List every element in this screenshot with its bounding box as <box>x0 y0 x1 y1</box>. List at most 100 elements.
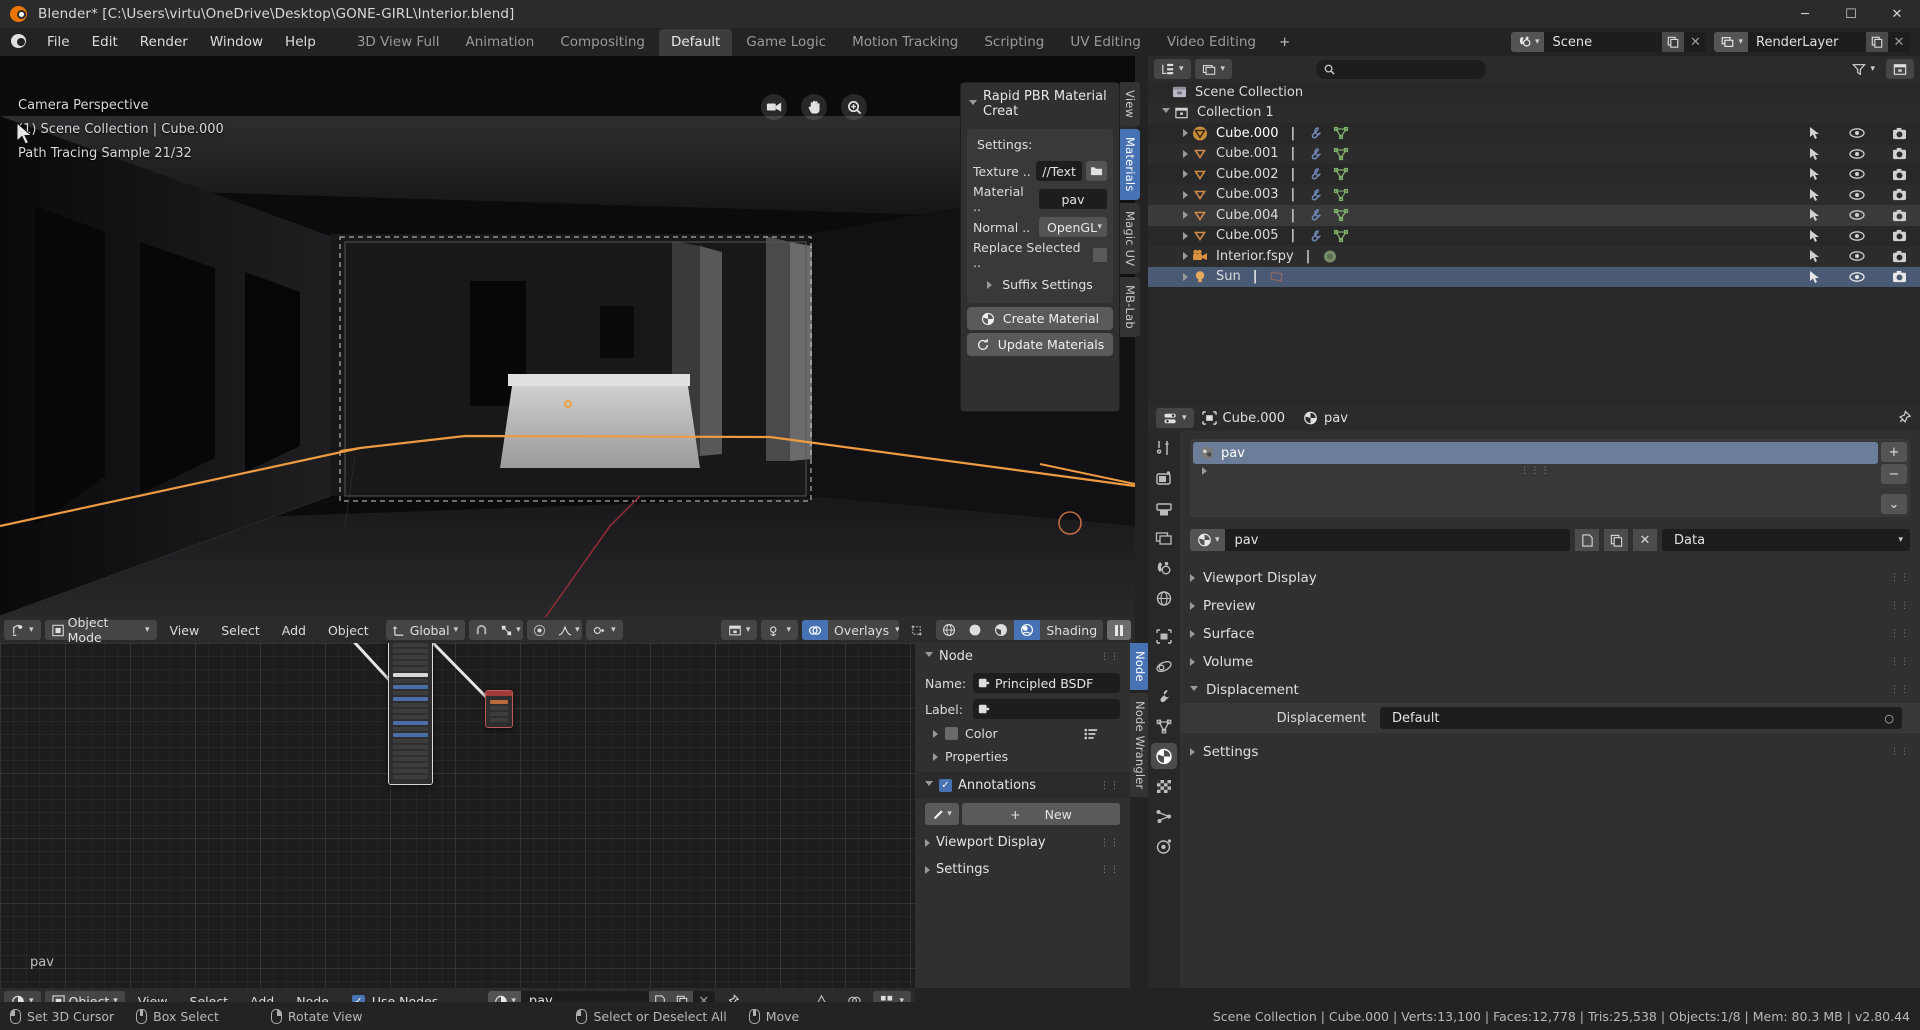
chevron-right-icon[interactable] <box>1183 252 1188 261</box>
properties-tab-modifiers[interactable] <box>1151 683 1177 709</box>
workspace-tab-motion-tracking[interactable]: Motion Tracking <box>840 29 970 56</box>
editor-type-selector-outliner[interactable]: ▾ <box>1154 59 1191 79</box>
pivot-point-selector[interactable]: ▾ <box>586 620 623 640</box>
row-render-icon[interactable] <box>1878 250 1920 263</box>
add-workspace-button[interactable]: + <box>1270 30 1299 54</box>
blender-logo-icon[interactable] <box>6 30 32 54</box>
annotation-new-button[interactable]: + New <box>962 803 1120 825</box>
viewport-menu-object[interactable]: Object <box>319 623 378 638</box>
normal-map-dropdown[interactable]: OpenGL ▾ <box>1039 217 1107 237</box>
node-settings-section[interactable]: Settings ⋮⋮ <box>915 856 1130 883</box>
row-select-icon[interactable] <box>1794 147 1836 161</box>
outliner-editor[interactable]: ▾ ▾ ▾ Scene Collection Collection 1 Cube… <box>1148 56 1920 405</box>
chevron-right-icon[interactable] <box>1183 149 1188 158</box>
row-select-icon[interactable] <box>1794 126 1836 140</box>
viewlayer-unlink-button[interactable]: ✕ <box>1888 32 1910 52</box>
material-name-input[interactable]: pav <box>1039 189 1107 209</box>
workspace-tab-animation[interactable]: Animation <box>454 29 547 56</box>
principled-bsdf-node[interactable] <box>388 643 433 785</box>
viewport-menu-select[interactable]: Select <box>212 623 269 638</box>
viewlayer-name-field[interactable]: RenderLayer <box>1748 35 1866 50</box>
scene-unlink-button[interactable]: ✕ <box>1684 32 1706 52</box>
editor-type-selector-3dview[interactable]: ▾ <box>4 620 41 640</box>
outliner-row-collection-1[interactable]: Collection 1 <box>1148 102 1920 123</box>
shading-material-preview-button[interactable] <box>988 620 1014 640</box>
section-settings[interactable]: Settings ⋮⋮ <box>1190 739 1910 765</box>
properties-tab-physics2[interactable] <box>1151 833 1177 859</box>
modifier-icon[interactable] <box>1307 229 1323 243</box>
sidebar-tab-magic-uv[interactable]: Magic UV <box>1120 202 1140 274</box>
suffix-settings-row[interactable]: Suffix Settings <box>973 277 1107 292</box>
viewport-menu-view[interactable]: View <box>161 623 209 638</box>
material-output-node[interactable] <box>485 690 513 728</box>
shading-popover[interactable]: Shading ▾ <box>1040 620 1103 640</box>
viewlayer-new-button[interactable] <box>1866 32 1888 52</box>
sidebar-tab-materials[interactable]: Materials <box>1120 129 1140 200</box>
node-label-input[interactable] <box>973 699 1120 719</box>
material-slot-list-resize[interactable]: ⋮⋮⋮ <box>1193 464 1878 478</box>
shading-rendered-button[interactable] <box>1014 620 1041 640</box>
node-section-header[interactable]: Node ⋮⋮ <box>915 643 1130 670</box>
row-select-icon[interactable] <box>1794 249 1836 263</box>
create-material-button[interactable]: Create Material <box>967 307 1113 330</box>
breadcrumb-object-label[interactable]: Cube.000 <box>1223 411 1286 426</box>
camera-data-icon[interactable] <box>1322 249 1338 264</box>
decorator-icon[interactable]: ○ <box>1884 712 1894 725</box>
modifier-icon[interactable] <box>1307 188 1323 202</box>
close-button[interactable]: ✕ <box>1874 0 1920 28</box>
overlays-toggle[interactable] <box>801 620 828 640</box>
material-slot-pav[interactable]: pav <box>1193 442 1878 464</box>
row-hide-icon[interactable] <box>1836 148 1878 160</box>
object-visibility-selector[interactable]: ▾ <box>720 620 758 640</box>
menu-help[interactable]: Help <box>274 30 327 54</box>
modifier-icon[interactable] <box>1307 126 1323 140</box>
row-hide-icon[interactable] <box>1836 168 1878 180</box>
mesh-data-icon[interactable] <box>1333 147 1349 161</box>
workspace-tab-3d-view-full[interactable]: 3D View Full <box>345 29 452 56</box>
viewport-menu-add[interactable]: Add <box>273 623 315 638</box>
mesh-data-icon[interactable] <box>1333 126 1349 140</box>
workspace-tab-scripting[interactable]: Scripting <box>972 29 1056 56</box>
node-color-swatch[interactable] <box>945 727 958 740</box>
outliner-filter-button[interactable]: ▾ <box>1845 59 1882 79</box>
gizmo-toggle[interactable]: ▾ <box>761 620 798 640</box>
row-render-icon[interactable] <box>1878 127 1920 140</box>
row-hide-icon[interactable] <box>1836 209 1878 221</box>
properties-tab-tool[interactable] <box>1151 435 1177 461</box>
material-browse-button[interactable]: ▾ <box>1190 529 1225 551</box>
workspace-tab-default[interactable]: Default <box>658 28 733 56</box>
mesh-data-icon[interactable] <box>1333 208 1349 222</box>
outliner-row-cube-003[interactable]: Cube.003 | <box>1148 184 1920 205</box>
mesh-data-icon[interactable] <box>1333 229 1349 243</box>
active-tool-cursor-icon[interactable] <box>14 122 38 146</box>
mesh-data-icon[interactable] <box>1333 167 1349 181</box>
light-data-icon[interactable] <box>1269 270 1285 284</box>
row-render-icon[interactable] <box>1878 188 1920 201</box>
add-material-slot-button[interactable]: + <box>1881 442 1907 462</box>
sidebar-tab-mb-lab[interactable]: MB-Lab <box>1120 276 1140 337</box>
properties-tab-world[interactable] <box>1151 585 1177 611</box>
section-volume[interactable]: Volume ⋮⋮ <box>1190 649 1910 675</box>
outliner-row-interior-fspy[interactable]: Interior.fspy | <box>1148 246 1920 267</box>
camera-view-icon[interactable] <box>761 94 787 120</box>
zoom-icon[interactable] <box>841 94 867 120</box>
chevron-right-icon[interactable] <box>1183 211 1188 220</box>
properties-tab-material[interactable] <box>1151 743 1177 769</box>
row-hide-icon[interactable] <box>1836 230 1878 242</box>
breadcrumb-material-label[interactable]: pav <box>1324 411 1348 426</box>
chevron-right-icon[interactable] <box>1183 272 1188 281</box>
node-properties-row[interactable]: Properties <box>915 745 1130 768</box>
properties-tab-texture[interactable] <box>1151 773 1177 799</box>
shader-node-editor[interactable]: pav <box>0 643 915 988</box>
outliner-display-mode-selector[interactable]: ▾ <box>1194 59 1233 79</box>
material-new-button[interactable] <box>1575 529 1599 551</box>
snap-magnet-toggle[interactable] <box>469 620 494 640</box>
row-select-icon[interactable] <box>1794 270 1836 284</box>
section-surface[interactable]: Surface ⋮⋮ <box>1190 621 1910 647</box>
properties-tab-view-layer[interactable] <box>1151 525 1177 551</box>
row-render-icon[interactable] <box>1878 168 1920 181</box>
chevron-right-icon[interactable] <box>1183 190 1188 199</box>
properties-tab-object[interactable] <box>1151 623 1177 649</box>
node-sidebar-tab-node[interactable]: Node <box>1130 643 1150 690</box>
properties-tab-scene[interactable] <box>1151 555 1177 581</box>
